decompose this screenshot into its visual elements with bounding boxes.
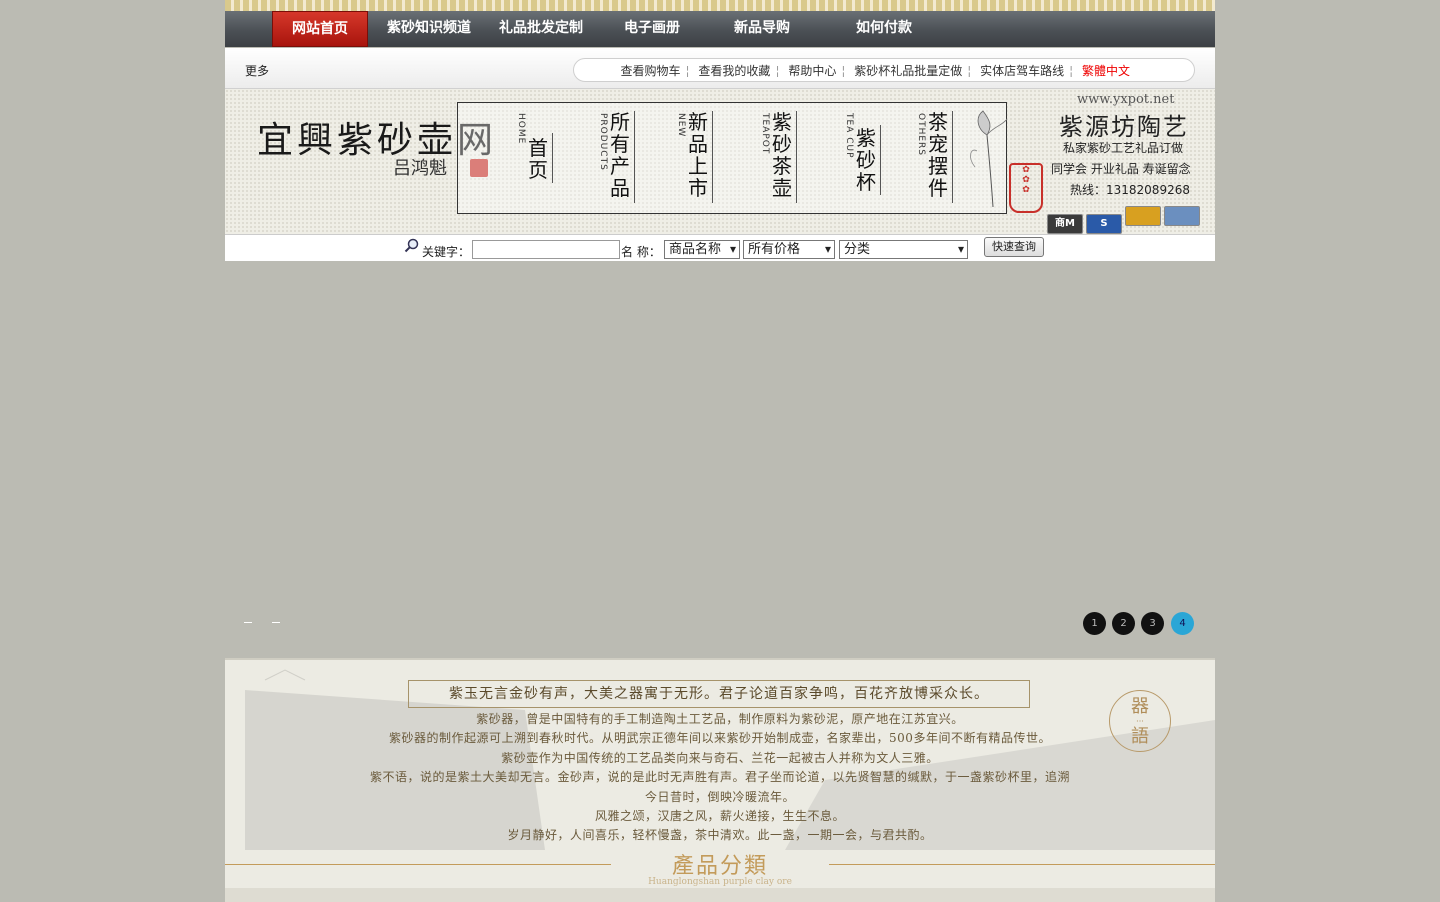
link-favorites[interactable]: 查看我的收藏 bbox=[698, 64, 770, 78]
nav-item-knowledge[interactable]: 紫砂知识频道 bbox=[381, 11, 477, 45]
separator: ¦ bbox=[967, 64, 972, 78]
link-cart[interactable]: 查看购物车 bbox=[621, 64, 681, 78]
slider-dot-3[interactable]: 3 bbox=[1141, 612, 1164, 635]
certified-badge-icon[interactable] bbox=[1125, 206, 1161, 226]
slide-caption-mark bbox=[244, 622, 252, 623]
nav-item-new-guide[interactable]: 新品导购 bbox=[721, 11, 803, 45]
quick-links-bar: 查看购物车 ¦ 查看我的收藏 ¦ 帮助中心 ¦ 紫砂杯礼品批量定做 ¦ 实体店驾车路线 ¦… bbox=[573, 58, 1195, 82]
menu-zh: 紫砂杯 bbox=[856, 126, 876, 194]
slider-dot-2[interactable]: 2 bbox=[1112, 612, 1135, 635]
link-custom-cups[interactable]: 紫砂杯礼品批量定做 bbox=[854, 64, 962, 78]
nav-item-payment[interactable]: 如何付款 bbox=[843, 11, 925, 45]
intro-line: 紫砂壶作为中国传统的工艺品类向来与奇石、兰花一起被古人并称为文人三雅。 bbox=[501, 751, 939, 765]
divider bbox=[552, 133, 553, 183]
slider-dot-1[interactable]: 1 bbox=[1083, 612, 1106, 635]
main-nav: 网站首页 紫砂知识频道 礼品批发定制 电子画册 新品导购 如何付款 bbox=[225, 11, 1215, 47]
menu-zh: 茶宠摆件 bbox=[928, 110, 948, 200]
category-subtitle: Huanglongshan purple clay ore bbox=[648, 877, 792, 887]
link-traditional-chinese[interactable]: 繁體中文 bbox=[1082, 64, 1130, 78]
shop-name: 紫源坊陶艺 bbox=[1059, 113, 1189, 141]
slide-caption-mark bbox=[272, 622, 280, 623]
menu-en: OTHERS bbox=[916, 113, 926, 157]
red-seal-icon: ✿ ✿ ✿ bbox=[1009, 163, 1043, 213]
lotus-icon bbox=[970, 110, 1008, 207]
menu-zh: 首页 bbox=[528, 136, 548, 182]
security-badge-icon[interactable] bbox=[1164, 206, 1200, 226]
intro-section: 紫玉无言金砂有声，大美之器寓于无形。君子论道百家争鸣，百花齐放博采众长。 紫砂器… bbox=[225, 658, 1215, 902]
price-select[interactable]: 所有价格 bbox=[743, 240, 835, 259]
seal-top-char: 器 bbox=[1131, 696, 1149, 717]
shop-slogan-1: 私家紫砂工艺礼品订做 bbox=[1063, 141, 1184, 155]
menu-zh: 紫砂茶壶 bbox=[772, 110, 792, 200]
category-select[interactable]: 分类 bbox=[839, 240, 968, 259]
intro-line: 岁月静好，人间喜乐，轻杯慢盏，茶中清欢。此一盏，一期一会，与君共酌。 bbox=[507, 828, 933, 842]
link-store-directions[interactable]: 实体店驾车路线 bbox=[980, 64, 1064, 78]
s-badge-icon[interactable]: S bbox=[1086, 214, 1122, 234]
intro-headline: 紫玉无言金砂有声，大美之器寓于无形。君子论道百家争鸣，百花齐放博采众长。 bbox=[408, 680, 1030, 708]
page: 网站首页 紫砂知识频道 礼品批发定制 电子画册 新品导购 如何付款 更多 查看购… bbox=[225, 0, 1215, 902]
category-title: 產品分類 bbox=[671, 854, 768, 879]
divider bbox=[712, 111, 713, 203]
keyword-input[interactable] bbox=[472, 240, 620, 259]
separator: ¦ bbox=[775, 64, 780, 78]
shop-slogan-2: 同学会 开业礼品 寿诞留念 bbox=[1051, 162, 1191, 176]
header-banner: 宜興紫砂壶网 吕鸿魁 HOME 首页 PRODUCTS 所有产品 NEW 新品上… bbox=[225, 89, 1215, 234]
intro-line: 紫不语，说的是紫土大美却无言。金砂声，说的是此时无声胜有声。君子坐而论道，以先贤… bbox=[369, 770, 1070, 784]
seal-bottom-char: 語 bbox=[1131, 726, 1149, 747]
qiyu-seal-icon: 器 ··· 語 bbox=[1109, 690, 1171, 752]
menu-zh: 新品上市 bbox=[688, 110, 708, 200]
trust-badges: 商M S bbox=[1047, 206, 1203, 234]
divider bbox=[634, 111, 635, 203]
more-link[interactable]: 更多 bbox=[245, 62, 269, 79]
divider bbox=[880, 125, 881, 195]
toolbar: 更多 查看购物车 ¦ 查看我的收藏 ¦ 帮助中心 ¦ 紫砂杯礼品批量定做 ¦ 实体店驾车… bbox=[225, 48, 1215, 89]
keyword-label: 关键字： bbox=[422, 245, 471, 259]
separator: ¦ bbox=[1069, 64, 1074, 78]
intro-line: 风雅之颂，汉唐之风，薪火递接，生生不息。 bbox=[594, 809, 845, 823]
search-icon bbox=[404, 238, 419, 253]
divider bbox=[796, 111, 797, 203]
menu-en: TEAPOT bbox=[760, 113, 770, 155]
search-bar: 关键字： 名 称： 商品名称 所有价格 分类 快速查询 bbox=[225, 234, 1215, 262]
menu-en: PRODUCTS bbox=[598, 113, 608, 171]
nav-item-ebook[interactable]: 电子画册 bbox=[611, 11, 693, 45]
shop-url[interactable]: www.yxpot.net bbox=[1077, 92, 1174, 107]
intro-line: 紫砂器，曾是中国特有的手工制造陶土工艺品，制作原料为紫砂泥，原产地在江苏宜兴。 bbox=[476, 712, 964, 726]
separator: ¦ bbox=[841, 64, 846, 78]
intro-line: 紫砂器的制作起源可上溯到春秋时代。从明武宗正德年间以来紫砂开始制成壶，名家辈出，… bbox=[389, 731, 1051, 745]
image-slider: 1 2 3 4 bbox=[225, 261, 1215, 656]
shangm-badge-icon[interactable]: 商M bbox=[1047, 214, 1083, 234]
nav-item-wholesale[interactable]: 礼品批发定制 bbox=[491, 11, 591, 45]
field-select[interactable]: 商品名称 bbox=[664, 240, 740, 259]
link-help[interactable]: 帮助中心 bbox=[788, 64, 836, 78]
shop-hotline: 热线：13182089268 bbox=[1070, 183, 1190, 197]
divider bbox=[952, 111, 953, 203]
nav-item-home[interactable]: 网站首页 bbox=[272, 11, 368, 47]
menu-en: NEW bbox=[676, 113, 686, 138]
menu-en: TEA CUP bbox=[844, 113, 854, 159]
quick-search-button[interactable]: 快速查询 bbox=[984, 237, 1044, 257]
name-label: 名 称： bbox=[621, 245, 661, 259]
intro-line: 今日昔时，倒映冷暖流年。 bbox=[644, 790, 795, 804]
menu-zh: 所有产品 bbox=[610, 110, 630, 200]
separator: ¦ bbox=[685, 64, 690, 78]
menu-en: HOME bbox=[516, 113, 526, 145]
logo-signature: 吕鸿魁 bbox=[393, 158, 447, 179]
slider-dot-4[interactable]: 4 bbox=[1171, 612, 1194, 635]
category-menu: HOME 首页 PRODUCTS 所有产品 NEW 新品上市 TEAPOT 紫砂… bbox=[457, 102, 1007, 214]
